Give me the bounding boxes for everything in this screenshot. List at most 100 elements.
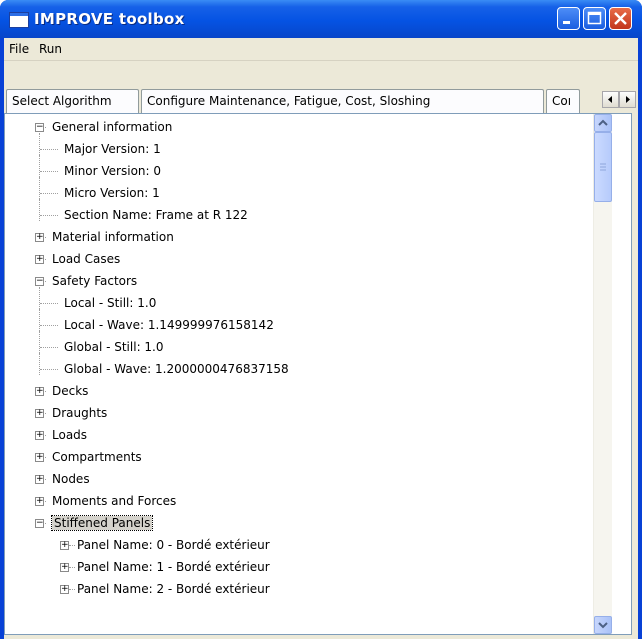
window-title: IMPROVE toolbox (34, 10, 185, 28)
tree-item[interactable]: Section Name: Frame at R 122 (64, 204, 248, 226)
tree-view-frame: − General information Major Version: 1 Mino… (4, 113, 632, 635)
app-window: IMPROVE toolbox File Run Select Algorith… (0, 0, 642, 639)
minimize-icon (563, 21, 570, 24)
tree-connector (40, 215, 58, 216)
tree-item[interactable]: Minor Version: 0 (64, 160, 161, 182)
tree-connector (69, 545, 75, 546)
tree-connector (39, 309, 40, 331)
expand-toggle-icon[interactable]: + (35, 453, 44, 462)
tree-connector (40, 171, 58, 172)
tree-item[interactable]: Material information (52, 226, 174, 248)
chevron-up-icon (598, 119, 608, 126)
tree-item[interactable]: Micro Version: 1 (64, 182, 160, 204)
tab-select-algorithm[interactable]: Select Algorithm (6, 89, 139, 113)
tree-item-label: Panel Name: 0 - Bordé extérieur (77, 538, 270, 552)
tree-item[interactable]: Panel Name: 1 - Bordé extérieur (77, 556, 270, 578)
scroll-down-button[interactable] (594, 616, 612, 634)
tree-connector (39, 331, 40, 353)
tree-item[interactable]: Decks (52, 380, 88, 402)
vertical-scrollbar[interactable] (593, 114, 612, 634)
close-icon (614, 12, 627, 25)
expand-toggle-icon[interactable]: + (60, 585, 69, 594)
tree-item[interactable]: Panel Name: 0 - Bordé extérieur (77, 534, 270, 556)
scroll-up-button[interactable] (594, 114, 612, 132)
tree-item[interactable]: Stiffened Panels (50, 512, 154, 534)
tree-item-label: Nodes (52, 472, 90, 486)
chevron-down-icon (598, 622, 608, 629)
tab-scroll-right[interactable] (619, 91, 636, 108)
tab-strip: Select Algorithm Configure Maintenance, … (4, 89, 638, 113)
tree-item[interactable]: Local - Wave: 1.149999976158142 (64, 314, 274, 336)
tree-connector (40, 369, 58, 370)
grip-icon (600, 163, 606, 171)
expand-toggle-icon[interactable]: + (35, 255, 44, 264)
tree-item-label: Load Cases (52, 252, 121, 266)
collapse-toggle-icon[interactable]: − (35, 519, 44, 528)
tab-configure-maintenance[interactable]: Configure Maintenance, Fatigue, Cost, Sl… (141, 89, 544, 113)
tree-connector (69, 567, 75, 568)
tree-item-label: Local - Still: 1.0 (64, 296, 157, 310)
tree-item[interactable]: Global - Still: 1.0 (64, 336, 164, 358)
tree-item-label: Panel Name: 2 - Bordé extérieur (77, 582, 270, 596)
app-icon (9, 12, 29, 28)
tree-item-label: Global - Still: 1.0 (64, 340, 164, 354)
menu-run[interactable]: Run (39, 42, 62, 56)
tab-scroll-left[interactable] (602, 91, 619, 108)
expand-toggle-icon[interactable]: + (35, 475, 44, 484)
tree-item-label: Minor Version: 0 (64, 164, 162, 178)
tree-connector (39, 155, 40, 177)
tree-item-label: Global - Wave: 1.2000000476837158 (64, 362, 289, 376)
tree-view[interactable]: − General information Major Version: 1 Mino… (5, 114, 590, 634)
tree-item[interactable]: Panel Name: 2 - Bordé extérieur (77, 578, 270, 600)
tree-item[interactable]: Compartments (52, 446, 142, 468)
tree-connector (39, 287, 40, 309)
tree-item-label: General information (52, 120, 173, 134)
tree-connector (40, 303, 58, 304)
expand-toggle-icon[interactable]: + (35, 409, 44, 418)
close-button[interactable] (609, 7, 632, 30)
client-area: File Run Select Algorithm Configure Main… (4, 38, 638, 639)
tree-connector (69, 589, 75, 590)
tree-connector (40, 149, 58, 150)
tree-item-label: Micro Version: 1 (64, 186, 160, 200)
tree-connector (40, 193, 58, 194)
tree-item[interactable]: Loads (52, 424, 87, 446)
expand-toggle-icon[interactable]: + (35, 497, 44, 506)
arrow-right-icon (626, 96, 630, 103)
expand-toggle-icon[interactable]: + (60, 563, 69, 572)
expand-toggle-icon[interactable]: + (35, 233, 44, 242)
tree-connector (39, 199, 40, 221)
tree-connector (39, 133, 40, 155)
tree-item[interactable]: Draughts (52, 402, 107, 424)
tree-connector (39, 353, 40, 375)
tree-item-label: Panel Name: 1 - Bordé extérieur (77, 560, 270, 574)
tree-item[interactable]: General information (52, 116, 172, 138)
tree-item[interactable]: Global - Wave: 1.2000000476837158 (64, 358, 289, 380)
tree-item-label: Moments and Forces (52, 494, 177, 508)
collapse-toggle-icon[interactable]: − (35, 123, 44, 132)
tree-item[interactable]: Moments and Forces (52, 490, 176, 512)
tree-item[interactable]: Major Version: 1 (64, 138, 161, 160)
tree-item-label: Safety Factors (52, 274, 138, 288)
tree-item[interactable]: Local - Still: 1.0 (64, 292, 156, 314)
tab-partial[interactable]: Coı (546, 89, 580, 113)
collapse-toggle-icon[interactable]: − (35, 277, 44, 286)
tree-item-label: Local - Wave: 1.149999976158142 (64, 318, 274, 332)
tree-item[interactable]: Safety Factors (52, 270, 137, 292)
title-bar[interactable]: IMPROVE toolbox (0, 0, 642, 38)
maximize-icon (587, 11, 602, 25)
tree-item-label: Loads (52, 428, 88, 442)
arrow-left-icon (608, 96, 612, 103)
tree-item-label: Major Version: 1 (64, 142, 161, 156)
expand-toggle-icon[interactable]: + (35, 387, 44, 396)
scroll-thumb[interactable] (594, 132, 612, 202)
minimize-button[interactable] (557, 7, 580, 30)
menu-file[interactable]: File (9, 42, 29, 56)
tree-item[interactable]: Load Cases (52, 248, 120, 270)
maximize-button[interactable] (583, 7, 606, 30)
expand-toggle-icon[interactable]: + (35, 431, 44, 440)
tree-item-label: Compartments (52, 450, 142, 464)
tree-item-label: Section Name: Frame at R 122 (64, 208, 248, 222)
expand-toggle-icon[interactable]: + (60, 541, 69, 550)
tree-item[interactable]: Nodes (52, 468, 90, 490)
